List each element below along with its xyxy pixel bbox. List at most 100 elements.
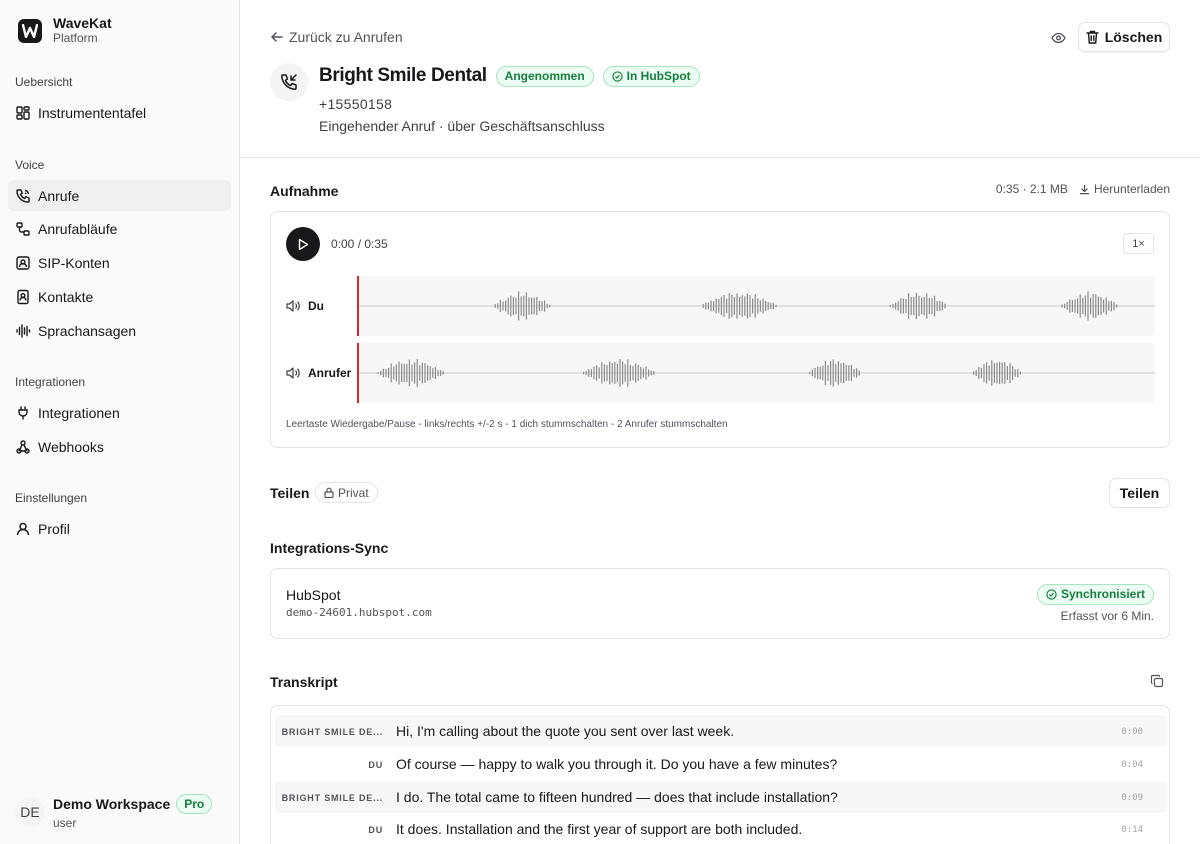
nav-section-integrations: Integrationen bbox=[15, 375, 86, 389]
nav-section-overview: Uebersicht bbox=[15, 75, 73, 89]
sidebar-item-contacts[interactable]: Kontakte bbox=[8, 281, 231, 312]
recording-size: 0:35 · 2.1 MB bbox=[995, 182, 1068, 196]
transcript-speaker: DU bbox=[368, 825, 383, 835]
sidebar-item-label: SIP-Konten bbox=[38, 254, 110, 271]
sidebar-item-profile[interactable]: Profil bbox=[8, 513, 231, 544]
transcript-list: BRIGHT SMILE DE... Hi, I'm calling about… bbox=[270, 705, 1170, 844]
main-content: Zurück zu Anrufen Löschen Bright Smile D… bbox=[240, 0, 1200, 844]
avatar: DE bbox=[15, 797, 45, 827]
visibility-badge: Privat bbox=[315, 482, 378, 503]
play-button[interactable] bbox=[286, 227, 320, 261]
sidebar-item-label: Profil bbox=[38, 520, 70, 537]
sync-title: Integrations-Sync bbox=[270, 540, 389, 556]
transcript-text: I do. The total came to fifteen hundred … bbox=[396, 789, 838, 805]
sidebar-item-calls[interactable]: Anrufe bbox=[8, 180, 231, 211]
plug-icon bbox=[18, 405, 28, 420]
download-label: Herunterladen bbox=[1093, 182, 1170, 196]
brand-subtitle: Platform bbox=[53, 31, 98, 45]
call-title-row: Bright Smile Dental Angenommen In HubSpo… bbox=[319, 65, 700, 87]
track-label-caller: Anrufer bbox=[308, 366, 352, 380]
track-label-self: Du bbox=[308, 299, 324, 313]
back-link-label: Zurück zu Anrufen bbox=[289, 29, 403, 45]
header-divider bbox=[240, 157, 1200, 158]
crm-badge-label: In HubSpot bbox=[626, 68, 691, 83]
audio-player: 0:00 / 0:35 1× Du Anrufer Leertaste Wied… bbox=[270, 211, 1170, 448]
back-link[interactable]: Zurück zu Anrufen bbox=[270, 29, 403, 45]
sync-domain: demo-24601.hubspot.com bbox=[286, 606, 432, 619]
sidebar-item-label: Anrufabläufe bbox=[38, 220, 118, 237]
share-button[interactable]: Teilen bbox=[1109, 478, 1170, 508]
status-badge-label: Angenommen bbox=[504, 68, 585, 83]
transcript-speaker: DU bbox=[368, 760, 383, 770]
crm-badge[interactable]: In HubSpot bbox=[602, 65, 700, 87]
transcript-text: Hi, I'm calling about the quote you sent… bbox=[396, 723, 735, 739]
workspace-name: Demo Workspace bbox=[53, 796, 171, 812]
view-button[interactable] bbox=[1048, 29, 1068, 47]
user-icon bbox=[16, 522, 30, 535]
copy-transcript-button[interactable] bbox=[1150, 674, 1166, 690]
waveform-self[interactable] bbox=[357, 276, 1155, 336]
play-icon bbox=[298, 238, 309, 250]
sidebar-item-integrations[interactable]: Integrationen bbox=[8, 397, 231, 428]
transcript-time: 0:09 bbox=[1121, 793, 1143, 803]
sidebar-item-label: Instrumententafel bbox=[38, 104, 147, 121]
plan-badge: Pro bbox=[176, 794, 213, 814]
sync-integration-name: HubSpot bbox=[286, 587, 341, 603]
sync-status-badge: Synchronisiert bbox=[1036, 584, 1154, 605]
transcript-row[interactable]: DU It does. Installation and the first y… bbox=[275, 813, 1167, 844]
sidebar-item-webhooks[interactable]: Webhooks bbox=[8, 431, 231, 462]
brand[interactable]: WaveKat Platform bbox=[18, 15, 112, 46]
sidebar: WaveKat Platform Uebersicht Instrumenten… bbox=[0, 0, 240, 844]
wavekat-logo-icon bbox=[18, 18, 42, 43]
download-button[interactable]: Herunterladen bbox=[1079, 182, 1170, 196]
caller-number: +15550158 bbox=[319, 96, 393, 112]
brand-name: WaveKat bbox=[53, 15, 112, 31]
download-icon bbox=[1079, 184, 1090, 194]
sidebar-item-dashboard[interactable]: Instrumententafel bbox=[8, 97, 231, 128]
transcript-title: Transkript bbox=[270, 674, 338, 690]
copy-icon bbox=[1150, 674, 1164, 688]
sidebar-item-sip-accounts[interactable]: SIP-Konten bbox=[8, 247, 231, 278]
user-role: user bbox=[53, 816, 77, 830]
sidebar-item-label: Integrationen bbox=[38, 404, 120, 421]
keyboard-hint: Leertaste Wiedergabe/Pause - links/recht… bbox=[286, 419, 728, 430]
nav-section-voice: Voice bbox=[15, 158, 45, 172]
speaker-icon bbox=[286, 367, 300, 379]
track-toggle-caller[interactable]: Anrufer bbox=[286, 366, 351, 380]
check-circle-icon bbox=[611, 70, 623, 82]
incoming-call-icon bbox=[270, 63, 308, 101]
waveform-caller[interactable] bbox=[357, 343, 1155, 403]
transcript-row[interactable]: DU Of course — happy to walk you through… bbox=[275, 748, 1167, 780]
transcript-text: Of course — happy to walk you through it… bbox=[396, 756, 838, 772]
sidebar-item-label: Kontakte bbox=[38, 288, 94, 305]
speaker-icon bbox=[286, 300, 300, 312]
transcript-time: 0:00 bbox=[1121, 727, 1143, 737]
delete-button-label: Löschen bbox=[1104, 29, 1163, 45]
share-title: Teilen bbox=[270, 485, 310, 501]
sync-card: HubSpot demo-24601.hubspot.com Synchroni… bbox=[270, 568, 1170, 639]
check-circle-icon bbox=[1046, 589, 1057, 600]
transcript-row[interactable]: BRIGHT SMILE DE... Hi, I'm calling about… bbox=[275, 715, 1167, 747]
delete-button[interactable]: Löschen bbox=[1078, 22, 1170, 52]
page-title: Bright Smile Dental bbox=[319, 65, 487, 86]
sync-time: Erfasst vor 6 Min. bbox=[1060, 609, 1154, 623]
call-meta: Eingehender Anruf · über Geschäftsanschl… bbox=[319, 118, 605, 134]
track-toggle-self[interactable]: Du bbox=[286, 299, 324, 313]
visibility-label: Privat bbox=[338, 485, 369, 500]
flow-icon bbox=[16, 221, 30, 236]
webhook-icon bbox=[16, 439, 30, 454]
phone-icon bbox=[16, 188, 30, 203]
sidebar-item-announcements[interactable]: Sprachansagen bbox=[8, 315, 231, 346]
sidebar-item-call-flows[interactable]: Anrufabläufe bbox=[8, 213, 231, 244]
sync-status-label: Synchronisiert bbox=[1060, 587, 1145, 601]
workspace-switcher[interactable]: DE Demo Workspace Pro user bbox=[15, 794, 213, 830]
nav-section-settings: Einstellungen bbox=[15, 491, 88, 505]
lock-icon bbox=[324, 487, 334, 498]
transcript-speaker: BRIGHT SMILE DE... bbox=[281, 793, 383, 803]
arrow-left-icon bbox=[271, 32, 283, 42]
transcript-speaker: BRIGHT SMILE DE... bbox=[281, 727, 383, 737]
transcript-time: 0:04 bbox=[1121, 760, 1143, 770]
transcript-row[interactable]: BRIGHT SMILE DE... I do. The total came … bbox=[275, 781, 1167, 813]
playback-speed-button[interactable]: 1× bbox=[1123, 233, 1154, 254]
sidebar-item-label: Anrufe bbox=[38, 187, 80, 204]
